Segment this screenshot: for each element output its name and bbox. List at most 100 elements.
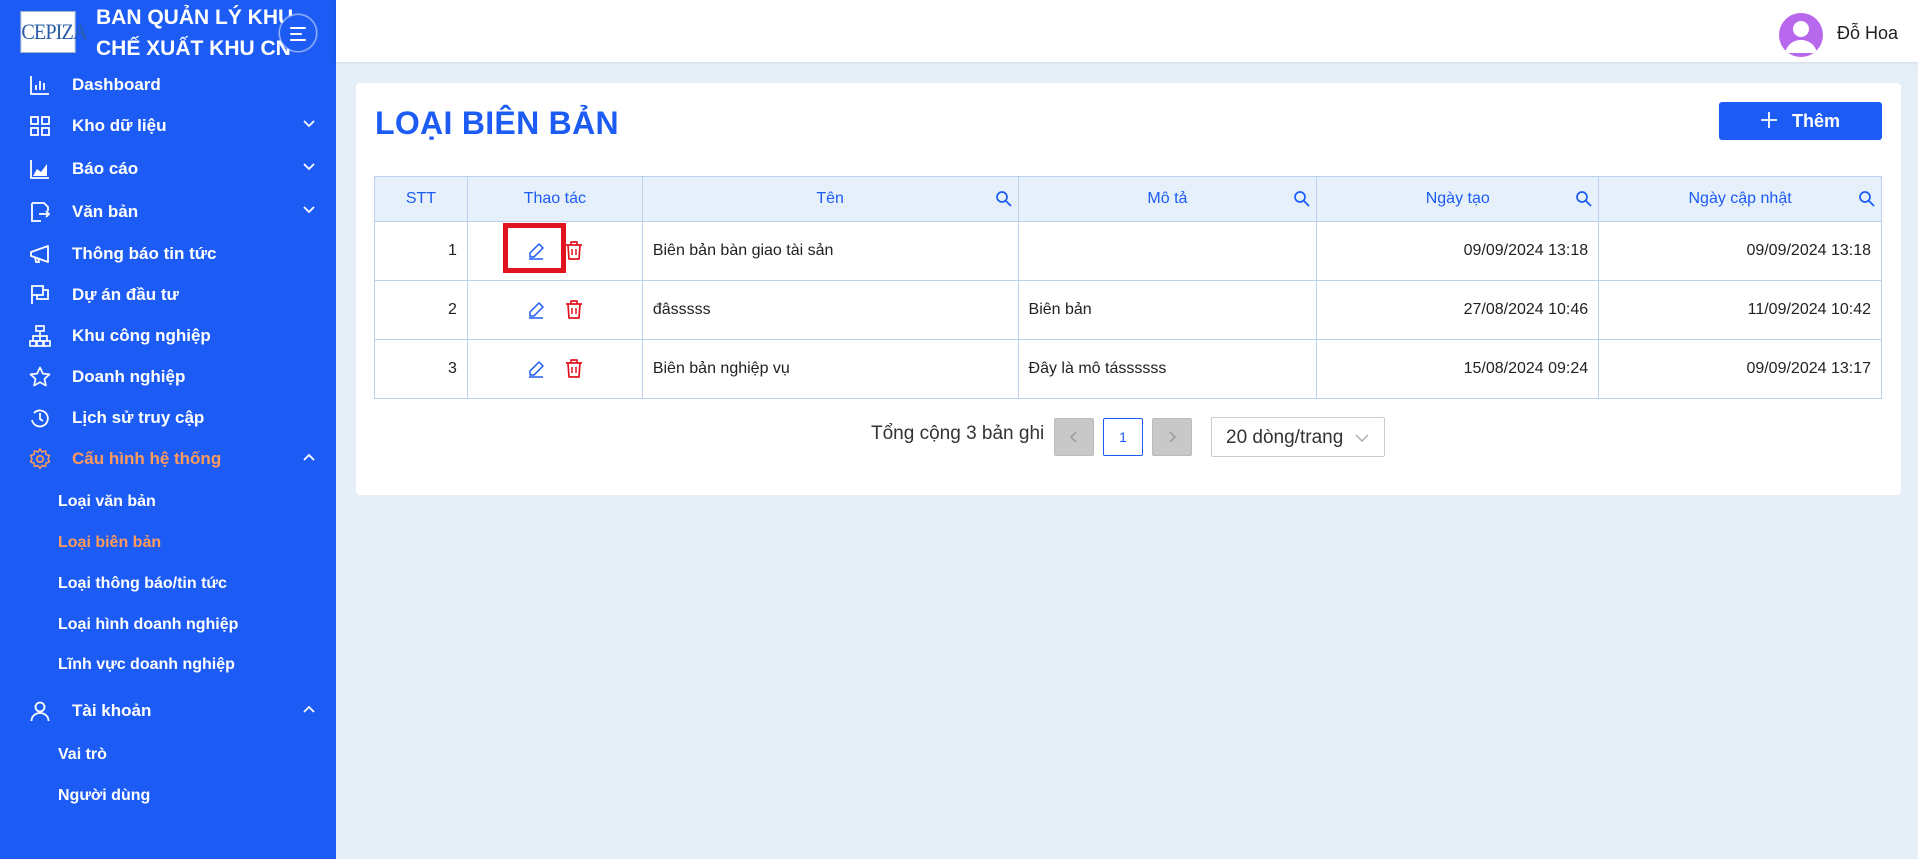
table-row: 3 Biên bản nghiệp vụ Đây là mô tássssss … xyxy=(374,339,1882,399)
cell-actions xyxy=(466,280,643,340)
chevron-down-icon xyxy=(303,120,315,128)
col-header-stt: STT xyxy=(374,176,468,222)
cell-name: đâsssss xyxy=(641,280,1019,340)
cell-description xyxy=(1017,221,1318,281)
delete-icon[interactable] xyxy=(564,299,584,320)
user-avatar-icon xyxy=(1785,21,1817,53)
col-header-mo-ta: Mô tả xyxy=(1017,176,1318,222)
sidebar-subitem-loai-bien-ban[interactable]: Loại biên bản xyxy=(58,534,161,552)
bar-chart-icon xyxy=(30,76,49,95)
table-row: 2 đâsssss Biên bản 27/08/2024 10:46 11/0… xyxy=(374,280,1882,340)
cell-name: Biên bản nghiệp vụ xyxy=(641,339,1019,399)
sidebar-item-thong-bao-tin-tuc[interactable]: Thông báo tin tức xyxy=(0,236,336,272)
search-icon[interactable] xyxy=(995,190,1012,207)
col-header-label: Mô tả xyxy=(1147,190,1188,207)
sidebar-item-cau-hinh-he-thong[interactable]: Cấu hình hệ thống xyxy=(0,441,336,477)
sidebar-item-van-ban[interactable]: Văn bản xyxy=(0,194,336,230)
sidebar-subitem-loai-hinh-doanh-nghiep[interactable]: Loại hình doanh nghiệp xyxy=(58,616,238,634)
highlight-box xyxy=(503,223,566,273)
sidebar: CEPIZA BAN QUẢN LÝ KHU CHẾ XUẤT KHU CN D… xyxy=(0,0,336,859)
table-header-row: STT Thao tác Tên Mô tả Ngày tạo Ngày cập… xyxy=(374,176,1882,222)
col-header-thao-tac: Thao tác xyxy=(466,176,643,222)
next-page-button[interactable] xyxy=(1152,418,1192,456)
search-icon[interactable] xyxy=(1575,190,1592,207)
sidebar-item-label: Thông báo tin tức xyxy=(72,244,217,263)
area-chart-icon xyxy=(30,160,49,179)
chevron-left-icon xyxy=(1069,431,1077,443)
page-size-value: 20 dòng/trang xyxy=(1226,427,1344,448)
delete-icon[interactable] xyxy=(564,358,584,379)
sidebar-item-khu-cong-nghiep[interactable]: Khu công nghiệp xyxy=(0,318,336,354)
top-header xyxy=(336,0,1918,62)
sidebar-toggle-button[interactable] xyxy=(279,14,317,52)
cell-actions xyxy=(466,339,643,399)
org-chart-icon xyxy=(29,325,51,347)
sidebar-item-label: Kho dữ liệu xyxy=(72,116,167,135)
cell-stt: 3 xyxy=(374,339,468,399)
brand-title: BAN QUẢN LÝ KHU CHẾ XUẤT KHU CN xyxy=(96,6,294,60)
pagination-total: Tổng cộng 3 bản ghi xyxy=(871,423,1045,444)
sidebar-item-doanh-nghiep[interactable]: Doanh nghiệp xyxy=(0,359,336,395)
cell-description: Biên bản xyxy=(1017,280,1318,340)
cell-created: 27/08/2024 10:46 xyxy=(1316,280,1600,340)
cell-updated: 09/09/2024 13:17 xyxy=(1598,339,1882,399)
col-header-ngay-tao: Ngày tạo xyxy=(1316,176,1600,222)
col-header-label: Ngày cập nhật xyxy=(1688,190,1792,207)
brand: CEPIZA BAN QUẢN LÝ KHU CHẾ XUẤT KHU CN xyxy=(0,0,336,70)
sidebar-subitem-loai-van-ban[interactable]: Loại văn bản xyxy=(58,493,156,511)
chevron-up-icon xyxy=(303,453,315,461)
sidebar-item-kho-du-lieu[interactable]: Kho dữ liệu xyxy=(0,108,336,144)
megaphone-icon xyxy=(30,245,49,263)
sidebar-item-tai-khoan[interactable]: Tài khoản xyxy=(0,693,336,729)
delete-icon[interactable] xyxy=(564,240,584,261)
col-header-label: STT xyxy=(405,190,437,207)
page-number-button[interactable]: 1 xyxy=(1103,418,1143,456)
clock-icon xyxy=(31,409,49,428)
user-name[interactable]: Đỗ Hoa xyxy=(1837,23,1898,44)
cell-stt: 1 xyxy=(374,221,468,281)
chevron-up-icon xyxy=(303,705,315,713)
user-icon xyxy=(30,701,50,722)
sidebar-item-label: Doanh nghiệp xyxy=(72,367,186,386)
avatar[interactable] xyxy=(1779,13,1823,57)
cell-name: Biên bản bàn giao tài sản xyxy=(641,221,1019,281)
page-title: LOẠI BIÊN BẢN xyxy=(375,105,619,141)
sidebar-item-label: Tài khoản xyxy=(72,701,152,720)
chevron-down-icon xyxy=(1355,434,1369,442)
sidebar-subitem-vai-tro[interactable]: Vai trò xyxy=(58,746,107,764)
sidebar-item-dashboard[interactable]: Dashboard xyxy=(0,67,336,103)
table-row: 1 Biên bản bàn giao tài sản 09/09/2024 1… xyxy=(374,221,1882,281)
data-table: STT Thao tác Tên Mô tả Ngày tạo Ngày cập… xyxy=(374,176,1882,399)
add-button[interactable]: Thêm xyxy=(1719,102,1882,140)
col-header-label: Thao tác xyxy=(523,190,586,207)
sidebar-item-du-an-dau-tu[interactable]: Dự án đầu tư xyxy=(0,277,336,313)
document-icon xyxy=(31,202,51,222)
prev-page-button[interactable] xyxy=(1054,418,1094,456)
sidebar-item-label: Khu công nghiệp xyxy=(72,326,211,345)
chevron-right-icon xyxy=(1169,431,1177,443)
sidebar-item-bao-cao[interactable]: Báo cáo xyxy=(0,151,336,187)
flag-icon xyxy=(31,285,49,304)
star-icon xyxy=(29,366,51,387)
sidebar-item-label: Lịch sử truy cập xyxy=(72,408,205,427)
cepiza-logo: CEPIZA xyxy=(20,11,88,53)
sidebar-item-lich-su-truy-cap[interactable]: Lịch sử truy cập xyxy=(0,400,336,436)
add-button-label: Thêm xyxy=(1792,111,1841,131)
search-icon[interactable] xyxy=(1293,190,1310,207)
sidebar-item-label: Báo cáo xyxy=(72,159,139,178)
col-header-ten: Tên xyxy=(641,176,1019,222)
gear-icon xyxy=(29,448,51,470)
cell-created: 09/09/2024 13:18 xyxy=(1316,221,1600,281)
col-header-label: Ngày tạo xyxy=(1425,190,1490,207)
col-header-ngay-cap-nhat: Ngày cập nhật xyxy=(1598,176,1882,222)
edit-icon[interactable] xyxy=(526,300,546,320)
grid-icon xyxy=(30,116,50,136)
edit-icon[interactable] xyxy=(526,359,546,379)
cell-updated: 11/09/2024 10:42 xyxy=(1598,280,1882,340)
sidebar-subitem-linh-vuc-doanh-nghiep[interactable]: Lĩnh vực doanh nghiệp xyxy=(58,656,235,674)
sidebar-subitem-nguoi-dung[interactable]: Người dùng xyxy=(58,787,150,805)
page-size-select[interactable]: 20 dòng/trang xyxy=(1211,417,1385,457)
search-icon[interactable] xyxy=(1858,190,1875,207)
plus-icon xyxy=(1761,112,1777,128)
sidebar-subitem-loai-thong-bao-tin-tuc[interactable]: Loại thông báo/tin tức xyxy=(58,575,227,593)
